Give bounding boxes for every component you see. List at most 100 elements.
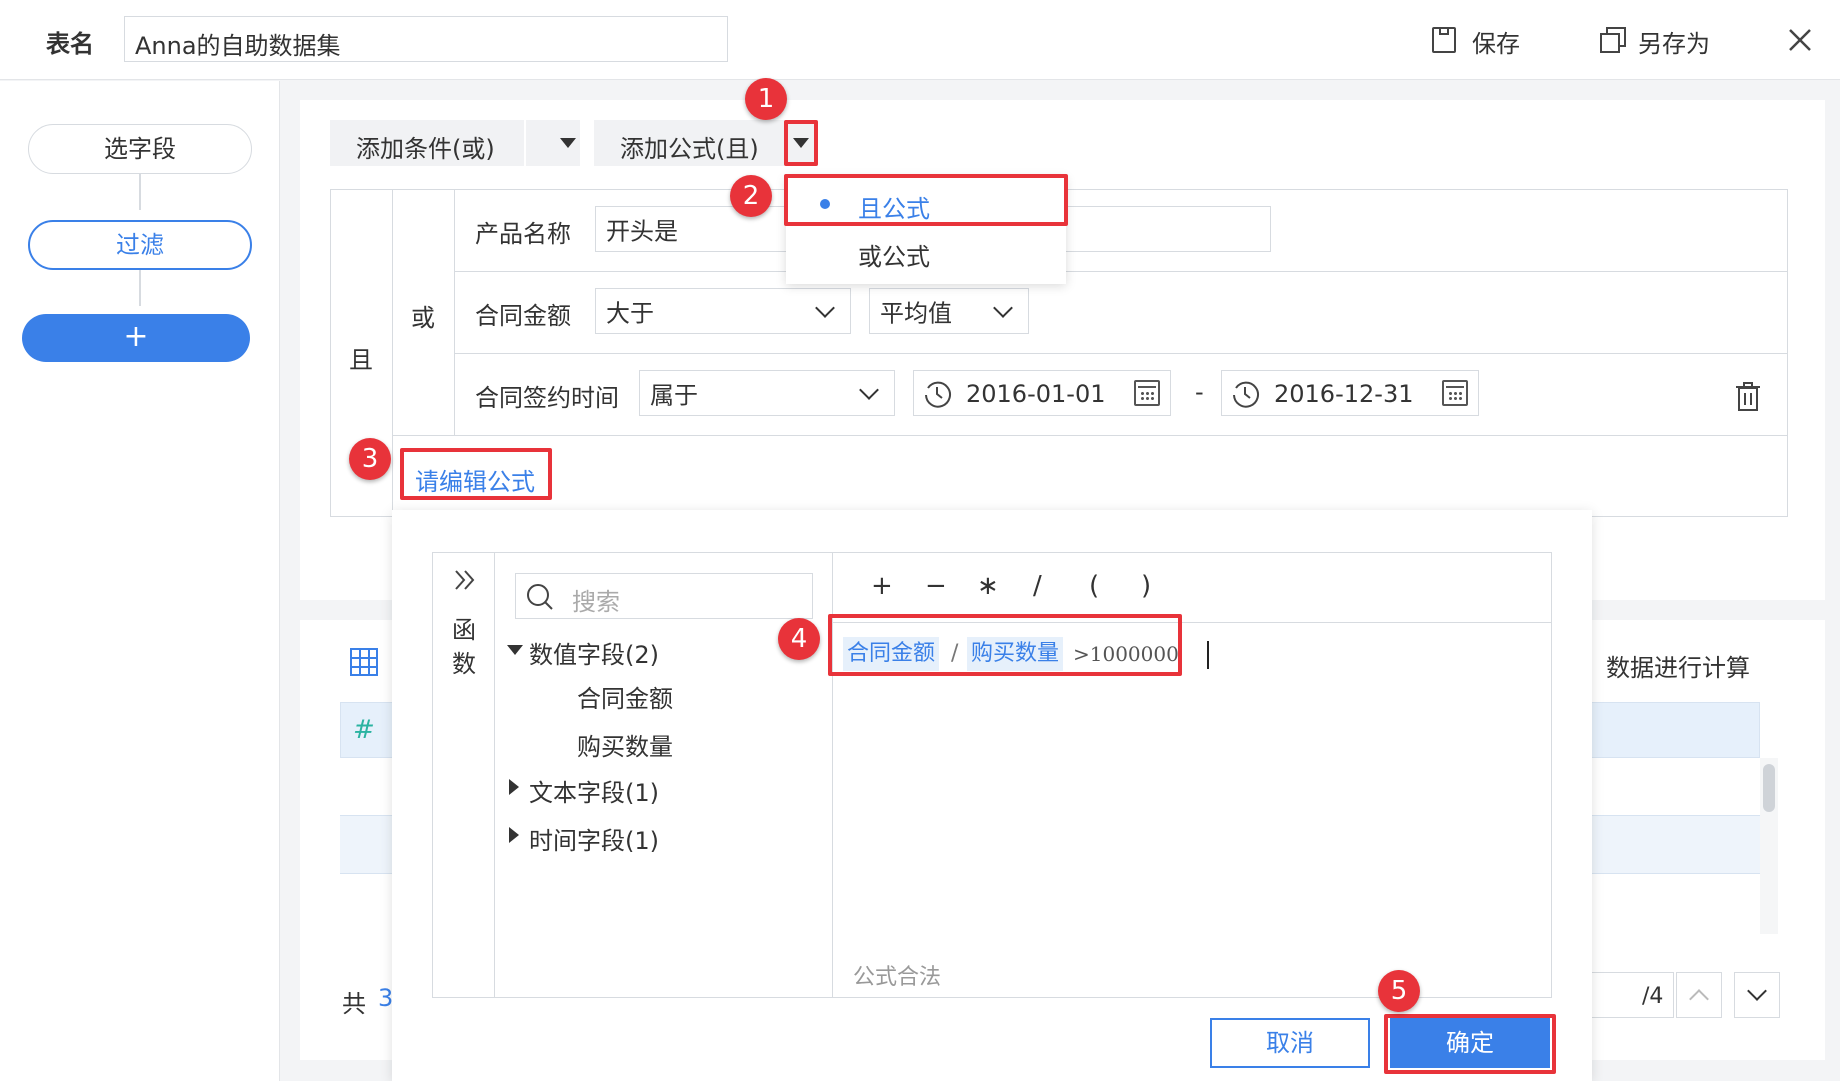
condition-operator: 开头是 — [606, 217, 678, 246]
start-date: 2016-01-01 — [966, 380, 1106, 408]
double-chevron-right-icon — [455, 570, 475, 590]
collapsed-arrow-icon — [509, 779, 519, 795]
operator-select[interactable]: 属于 — [639, 370, 895, 416]
formula-textarea[interactable]: 合同金额 / 购买数量 >1000000 — [843, 637, 1543, 957]
search-input[interactable]: 搜索 — [515, 573, 813, 619]
condition-field: 产品名称 — [475, 220, 571, 248]
condition-value: 平均值 — [880, 299, 952, 328]
expanded-arrow-icon — [507, 645, 523, 655]
total-prefix: 共 — [342, 990, 366, 1018]
and-label: 且 — [349, 346, 373, 374]
tree-group-label: 时间字段(1) — [529, 827, 659, 855]
collapsed-arrow-icon — [509, 827, 519, 843]
field-panel: 搜索 数值字段(2) 合同金额 购买数量 文本字段(1) 时间字段(1) — [495, 553, 833, 997]
chevron-down-icon — [993, 298, 1013, 318]
table-name-label: 表名 — [46, 30, 94, 58]
date-separator: - — [1195, 378, 1204, 406]
page-total: /4 — [1642, 984, 1664, 1009]
tree-group-numeric[interactable]: 数值字段(2) — [505, 631, 825, 671]
condition-operator: 大于 — [606, 299, 654, 328]
add-or-dropdown-icon[interactable] — [560, 138, 576, 148]
grid-table-icon[interactable] — [350, 648, 378, 676]
annotation-highlight — [400, 448, 552, 500]
step-select-fields[interactable]: 选字段 — [28, 124, 252, 174]
annotation-badge: 1 — [745, 78, 787, 120]
add-and-formula-label: 添加公式(且) — [620, 135, 759, 163]
annotation-highlight — [784, 120, 818, 166]
clock-icon — [925, 381, 951, 408]
next-page-button[interactable] — [1734, 972, 1780, 1018]
chevron-down-icon — [859, 380, 879, 400]
tree-group-label: 文本字段(1) — [529, 779, 659, 807]
tree-item-field[interactable]: 合同金额 — [577, 679, 673, 714]
operator-close-paren-button[interactable]: ) — [1141, 571, 1151, 601]
condition-row: 合同签约时间 属于 2016-01-01 - 2016-12-31 — [455, 354, 1787, 436]
top-bar: 表名 Anna的自助数据集 保存 另存为 — [0, 0, 1840, 80]
add-or-condition-label: 添加条件(或) — [356, 135, 495, 163]
value-select[interactable]: 平均值 — [869, 288, 1029, 334]
search-placeholder: 搜索 — [572, 588, 620, 616]
step-connector — [139, 174, 141, 210]
step-connector — [139, 270, 141, 306]
tree-item-field[interactable]: 购买数量 — [577, 727, 673, 762]
annotation-badge: 2 — [730, 175, 772, 217]
condition-row: 合同金额 大于 平均值 — [455, 272, 1787, 354]
search-icon — [527, 584, 553, 610]
operator-plus-button[interactable]: + — [871, 571, 893, 601]
cancel-button[interactable]: 取消 — [1210, 1018, 1370, 1068]
annotation-badge: 3 — [349, 438, 391, 480]
text-cursor — [1207, 641, 1209, 669]
tree-group-text[interactable]: 文本字段(1) — [505, 767, 825, 807]
operator-open-paren-button[interactable]: ( — [1089, 571, 1099, 601]
table-scrollbar[interactable] — [1760, 758, 1778, 934]
condition-row: 产品名称 开头是 — [455, 190, 1787, 272]
dropdown-item-label: 或公式 — [858, 243, 930, 271]
operator-divide-button[interactable]: / — [1033, 571, 1042, 601]
trash-icon[interactable] — [1735, 382, 1761, 412]
step-filter[interactable]: 过滤 — [28, 220, 252, 270]
save-icon — [1432, 27, 1456, 53]
save-button[interactable]: 保存 — [1432, 24, 1532, 58]
calendar-icon[interactable] — [1134, 380, 1160, 406]
condition-field: 合同金额 — [475, 302, 571, 330]
annotation-highlight — [828, 614, 1182, 676]
start-date-input[interactable]: 2016-01-01 — [913, 370, 1171, 416]
save-label: 保存 — [1472, 30, 1520, 58]
total-count: 3 — [378, 984, 394, 1012]
close-icon[interactable] — [1788, 28, 1812, 52]
compute-hint-text: 数据进行计算 — [1606, 654, 1750, 682]
operator-select[interactable]: 大于 — [595, 288, 851, 334]
annotation-badge: 5 — [1378, 970, 1420, 1012]
prev-page-button[interactable] — [1676, 972, 1722, 1018]
chevron-up-icon — [1689, 989, 1709, 1009]
table-name-value: Anna的自助数据集 — [135, 32, 341, 60]
condition-field: 合同签约时间 — [475, 384, 619, 412]
chevron-down-icon — [815, 298, 835, 318]
add-step-button[interactable]: + — [22, 314, 250, 362]
end-date-input[interactable]: 2016-12-31 — [1221, 370, 1479, 416]
end-date: 2016-12-31 — [1274, 380, 1414, 408]
clock-icon — [1233, 381, 1259, 408]
annotation-badge: 4 — [778, 618, 820, 660]
hash-icon: # — [353, 715, 375, 745]
annotation-highlight — [784, 174, 1068, 226]
calendar-icon[interactable] — [1442, 380, 1468, 406]
save-as-icon — [1600, 27, 1626, 53]
tree-group-label: 数值字段(2) — [529, 641, 659, 669]
operator-minus-button[interactable]: − — [925, 571, 947, 601]
or-label: 或 — [411, 304, 435, 332]
chevron-down-icon — [1747, 981, 1767, 1001]
step-sidebar: 选字段 过滤 + — [0, 81, 280, 1081]
add-or-condition-button[interactable]: 添加条件(或) — [330, 120, 580, 166]
condition-operator: 属于 — [650, 381, 698, 410]
operator-multiply-button[interactable]: ∗ — [977, 571, 999, 601]
function-panel-toggle[interactable]: 函数 — [433, 553, 495, 997]
annotation-highlight — [1384, 1014, 1556, 1074]
save-as-button[interactable]: 另存为 — [1600, 24, 1720, 58]
or-column: 或 — [393, 190, 455, 436]
save-as-label: 另存为 — [1638, 30, 1710, 58]
table-name-input[interactable]: Anna的自助数据集 — [124, 16, 728, 62]
dropdown-item-or-formula[interactable]: 或公式 — [786, 228, 1066, 274]
tree-group-time[interactable]: 时间字段(1) — [505, 815, 825, 855]
operator-toolbar: + − ∗ / ( ) — [833, 553, 1551, 623]
